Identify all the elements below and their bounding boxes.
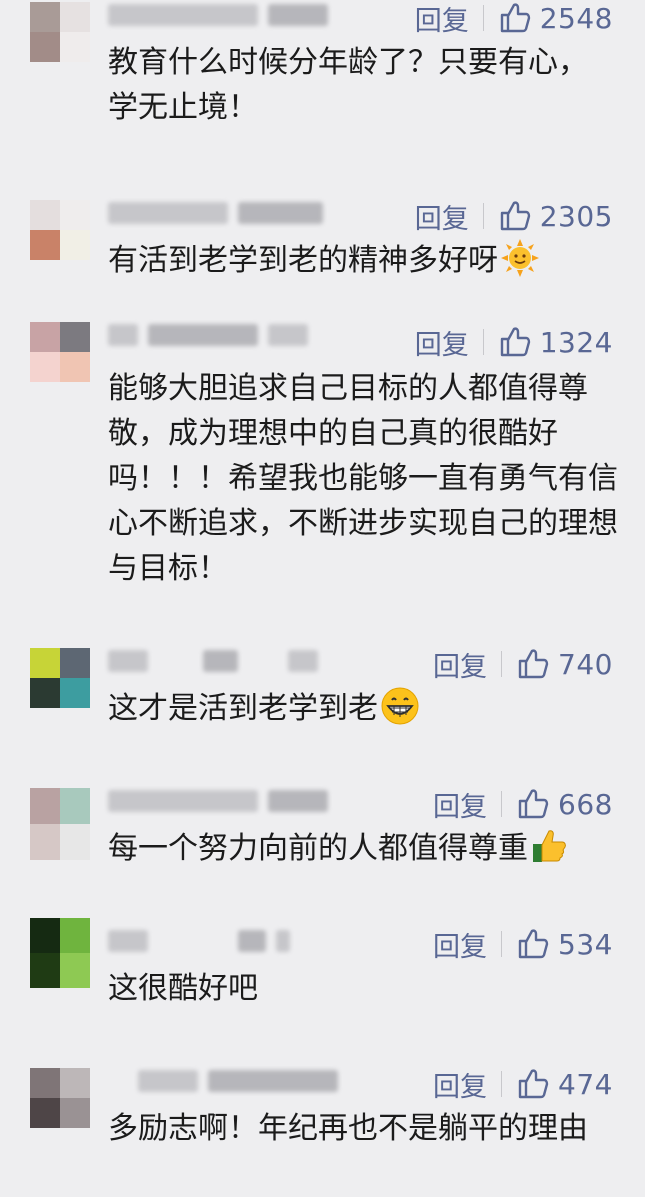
divider (482, 5, 484, 31)
divider (501, 931, 503, 957)
username-blurred[interactable] (108, 324, 318, 350)
username-blurred[interactable] (108, 202, 333, 228)
username-blurred[interactable] (108, 4, 338, 30)
comment-text: 这很酷好吧 (108, 971, 258, 1006)
comment-text: 每一个努力向前的人都值得尊重 (108, 826, 618, 871)
sun-emoji (501, 239, 539, 277)
like-count: 740 (558, 647, 613, 681)
username-blurred[interactable] (108, 930, 300, 956)
like-count: 474 (558, 1067, 613, 1101)
comment-text: 能够大胆追求自己目标的人都值得尊敬，成为理想中的自己真的很酷好吗！！！希望我也能… (108, 371, 618, 586)
avatar[interactable] (30, 918, 90, 988)
like-count: 2548 (539, 1, 613, 35)
thumbs-up-emoji (533, 830, 566, 862)
comment-text: 教育什么时候分年龄了？只要有心，学无止境！ (108, 45, 588, 125)
thumbs-up-outline-icon[interactable] (516, 787, 550, 821)
comment-text: 多励志啊！年纪再也不是躺平的理由 (108, 1111, 588, 1146)
like-count: 2305 (539, 199, 613, 233)
avatar[interactable] (30, 648, 90, 708)
reply-button[interactable]: 回复 (415, 323, 469, 362)
thumbs-up-outline-icon[interactable] (516, 647, 550, 681)
reply-button[interactable]: 回复 (433, 785, 487, 824)
reply-button[interactable]: 回复 (433, 925, 487, 964)
username-blurred[interactable] (108, 790, 338, 816)
grin-emoji (381, 687, 419, 725)
divider (501, 651, 503, 677)
avatar[interactable] (30, 1068, 90, 1128)
thumbs-up-outline-icon[interactable] (498, 1, 532, 35)
like-count: 1324 (539, 325, 613, 359)
like-count: 534 (558, 927, 613, 961)
divider (482, 203, 484, 229)
avatar[interactable] (30, 200, 90, 260)
thumbs-up-outline-icon[interactable] (498, 199, 532, 233)
divider (501, 1071, 503, 1097)
reply-button[interactable]: 回复 (415, 0, 469, 38)
username-blurred[interactable] (108, 650, 328, 676)
reply-button[interactable]: 回复 (433, 645, 487, 684)
divider (482, 329, 484, 355)
comment-text: 有活到老学到老的精神多好呀 (108, 238, 618, 283)
avatar[interactable] (30, 2, 90, 62)
thumbs-up-outline-icon[interactable] (516, 1067, 550, 1101)
thumbs-up-outline-icon[interactable] (498, 325, 532, 359)
like-count: 668 (558, 787, 613, 821)
reply-button[interactable]: 回复 (433, 1065, 487, 1104)
comment-text: 这才是活到老学到老 (108, 686, 618, 731)
divider (501, 791, 503, 817)
avatar[interactable] (30, 322, 90, 382)
thumbs-up-outline-icon[interactable] (516, 927, 550, 961)
avatar[interactable] (30, 788, 90, 860)
reply-button[interactable]: 回复 (415, 197, 469, 236)
username-blurred[interactable] (108, 1070, 348, 1096)
